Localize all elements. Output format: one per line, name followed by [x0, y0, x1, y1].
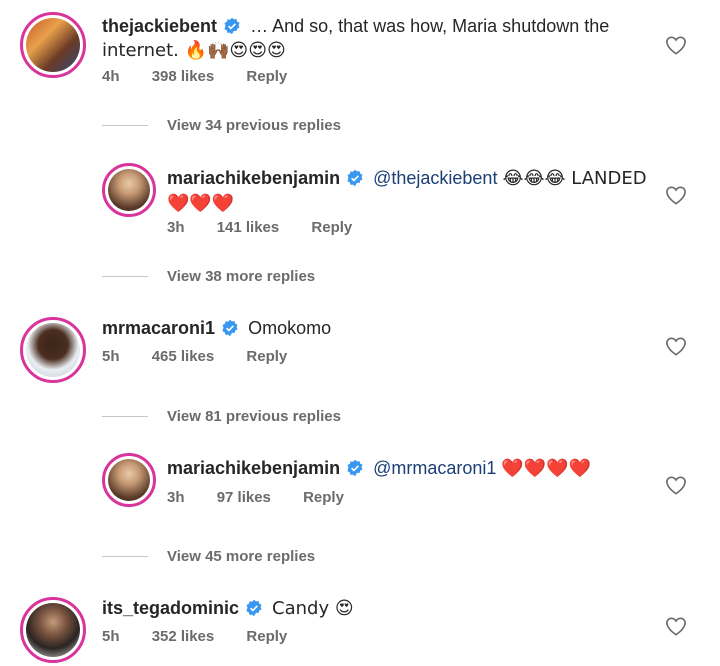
- mention-link[interactable]: @thejackiebent: [373, 168, 497, 188]
- heart-outline-icon[interactable]: [665, 616, 687, 636]
- like-count[interactable]: 97 likes: [217, 489, 271, 506]
- verified-icon: [347, 169, 363, 187]
- timestamp: 4h: [102, 68, 120, 85]
- comment-text: thejackiebent … And so, that was how, Ma…: [102, 14, 642, 63]
- divider-line: [102, 416, 148, 417]
- reply-button[interactable]: Reply: [246, 348, 287, 365]
- divider-line: [102, 556, 148, 557]
- heart-outline-icon[interactable]: [665, 35, 687, 55]
- reply-button[interactable]: Reply: [246, 628, 287, 645]
- reply-mariachikebenjamin-2: mariachikebenjamin @mrmacaroni1 ❤️❤️❤️❤️…: [0, 450, 720, 530]
- avatar[interactable]: [20, 12, 86, 78]
- comment-body-line1: 😂😂😂 LANDED: [502, 168, 647, 189]
- heart-outline-icon[interactable]: [665, 185, 687, 205]
- like-count[interactable]: 352 likes: [152, 628, 215, 645]
- timestamp: 3h: [167, 219, 185, 236]
- timestamp: 3h: [167, 489, 185, 506]
- comment-its_tegadominic: its_tegadominic Candy 😍 5h 352 likes Rep…: [0, 585, 720, 666]
- comment-text: mariachikebenjamin @mrmacaroni1 ❤️❤️❤️❤️: [167, 456, 647, 481]
- comment-meta: 3h 141 likes Reply: [167, 219, 380, 236]
- avatar[interactable]: [20, 597, 86, 663]
- avatar[interactable]: [102, 163, 156, 217]
- comment-body: Omokomo: [248, 318, 332, 338]
- view-previous-replies-link[interactable]: View 81 previous replies: [167, 408, 341, 425]
- timestamp: 5h: [102, 348, 120, 365]
- heart-outline-icon[interactable]: [665, 336, 687, 356]
- username[interactable]: mariachikebenjamin: [167, 458, 340, 478]
- comment-meta: 4h 398 likes Reply: [102, 68, 315, 85]
- view-previous-replies-link[interactable]: View 34 previous replies: [167, 117, 341, 134]
- comment-body-line1: … And so, that was how, Maria shutdown t…: [250, 16, 610, 36]
- reply-button[interactable]: Reply: [246, 68, 287, 85]
- comment-body-line2: ❤️❤️❤️: [167, 193, 235, 214]
- comment-text: its_tegadominic Candy 😍: [102, 596, 642, 621]
- verified-icon: [222, 319, 238, 337]
- reply-button[interactable]: Reply: [303, 489, 344, 506]
- heart-outline-icon[interactable]: [665, 475, 687, 495]
- comment-body-line2: internet. 🔥🙌🏾😍😍😍: [102, 40, 286, 61]
- reply-mariachikebenjamin-1: mariachikebenjamin @thejackiebent 😂😂😂 LA…: [0, 160, 720, 260]
- comment-meta: 5h 352 likes Reply: [102, 628, 315, 645]
- username[interactable]: mrmacaroni1: [102, 318, 215, 338]
- divider-line: [102, 125, 148, 126]
- comment-mrmacaroni1: mrmacaroni1 Omokomo 5h 465 likes Reply: [0, 305, 720, 385]
- comment-text: mrmacaroni1 Omokomo: [102, 316, 642, 340]
- view-more-replies-link[interactable]: View 45 more replies: [167, 548, 315, 565]
- username[interactable]: its_tegadominic: [102, 598, 239, 618]
- comment-text: mariachikebenjamin @thejackiebent 😂😂😂 LA…: [167, 166, 647, 216]
- username[interactable]: mariachikebenjamin: [167, 168, 340, 188]
- like-count[interactable]: 465 likes: [152, 348, 215, 365]
- comment-thejackiebent: thejackiebent … And so, that was how, Ma…: [0, 0, 720, 100]
- avatar[interactable]: [20, 317, 86, 383]
- comment-meta: 5h 465 likes Reply: [102, 348, 315, 365]
- timestamp: 5h: [102, 628, 120, 645]
- comment-meta: 3h 97 likes Reply: [167, 489, 372, 506]
- avatar[interactable]: [102, 453, 156, 507]
- like-count[interactable]: 141 likes: [217, 219, 280, 236]
- comment-body: ❤️❤️❤️❤️: [501, 458, 592, 479]
- like-count[interactable]: 398 likes: [152, 68, 215, 85]
- mention-link[interactable]: @mrmacaroni1: [373, 458, 496, 478]
- reply-button[interactable]: Reply: [311, 219, 352, 236]
- verified-icon: [224, 17, 240, 35]
- username[interactable]: thejackiebent: [102, 16, 217, 36]
- divider-line: [102, 276, 148, 277]
- verified-icon: [246, 599, 262, 617]
- comment-body: Candy 😍: [272, 598, 354, 619]
- verified-icon: [347, 459, 363, 477]
- view-more-replies-link[interactable]: View 38 more replies: [167, 268, 315, 285]
